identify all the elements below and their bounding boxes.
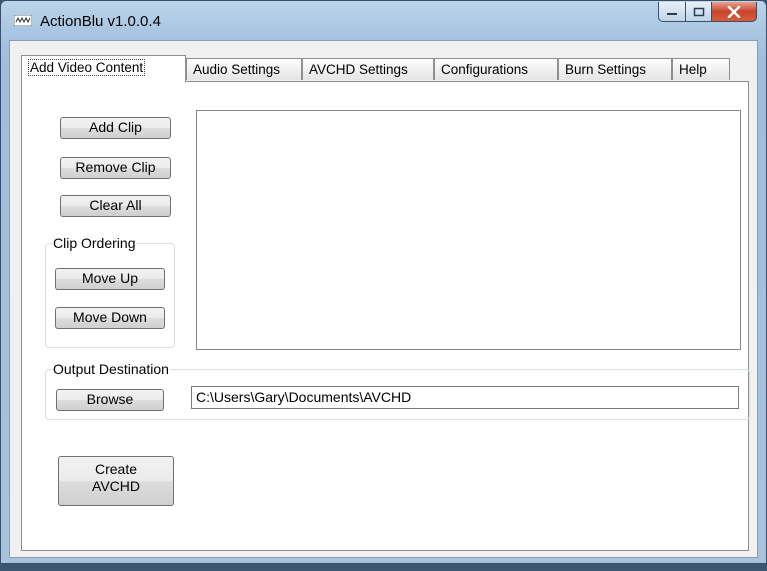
- close-icon: [727, 5, 741, 18]
- tab-label: Configurations: [441, 62, 529, 77]
- create-avchd-button[interactable]: Create AVCHD: [58, 456, 174, 506]
- tab-label: Audio Settings: [193, 62, 281, 77]
- app-logo-icon: [14, 15, 32, 26]
- clear-all-button[interactable]: Clear All: [60, 195, 171, 217]
- move-up-button[interactable]: Move Up: [55, 268, 165, 290]
- minimize-button[interactable]: [658, 2, 686, 22]
- clip-list[interactable]: [196, 110, 741, 350]
- clip-ordering-group: Clip Ordering Move Up Move Down: [45, 235, 175, 348]
- output-destination-label: Output Destination: [52, 361, 170, 377]
- create-button-label-line1: Create: [94, 461, 138, 477]
- tab-label: Help: [679, 62, 707, 77]
- maximize-icon: [693, 7, 704, 16]
- tab-label: AVCHD Settings: [309, 62, 408, 77]
- add-clip-button[interactable]: Add Clip: [60, 117, 171, 139]
- tab-add-video-content[interactable]: Add Video Content: [21, 55, 186, 82]
- app-window: ActionBlu v1.0.0.4 Add Video Content Aud…: [0, 0, 767, 564]
- close-button[interactable]: [711, 2, 757, 22]
- tab-help[interactable]: Help: [672, 58, 730, 80]
- output-path-field[interactable]: C:\Users\Gary\Documents\AVCHD: [191, 386, 739, 409]
- client-area: Add Video Content Audio Settings AVCHD S…: [9, 40, 758, 558]
- browse-button[interactable]: Browse: [56, 389, 164, 411]
- tab-audio-settings[interactable]: Audio Settings: [186, 58, 302, 80]
- minimize-icon: [667, 12, 677, 15]
- tab-label: Add Video Content: [28, 59, 146, 76]
- clip-ordering-label: Clip Ordering: [52, 235, 137, 251]
- remove-clip-button[interactable]: Remove Clip: [60, 157, 171, 179]
- maximize-button[interactable]: [685, 2, 712, 22]
- tab-configurations[interactable]: Configurations: [434, 58, 558, 80]
- window-title: ActionBlu v1.0.0.4: [40, 13, 161, 30]
- tab-burn-settings[interactable]: Burn Settings: [558, 58, 672, 80]
- create-button-label-line2: AVCHD: [92, 478, 140, 494]
- tab-avchd-settings[interactable]: AVCHD Settings: [302, 58, 434, 80]
- add-video-content-panel: Add Clip Remove Clip Clear All Clip Orde…: [21, 81, 750, 551]
- title-bar[interactable]: ActionBlu v1.0.0.4: [1, 1, 766, 41]
- tab-label: Burn Settings: [565, 62, 647, 77]
- move-down-button[interactable]: Move Down: [55, 307, 165, 329]
